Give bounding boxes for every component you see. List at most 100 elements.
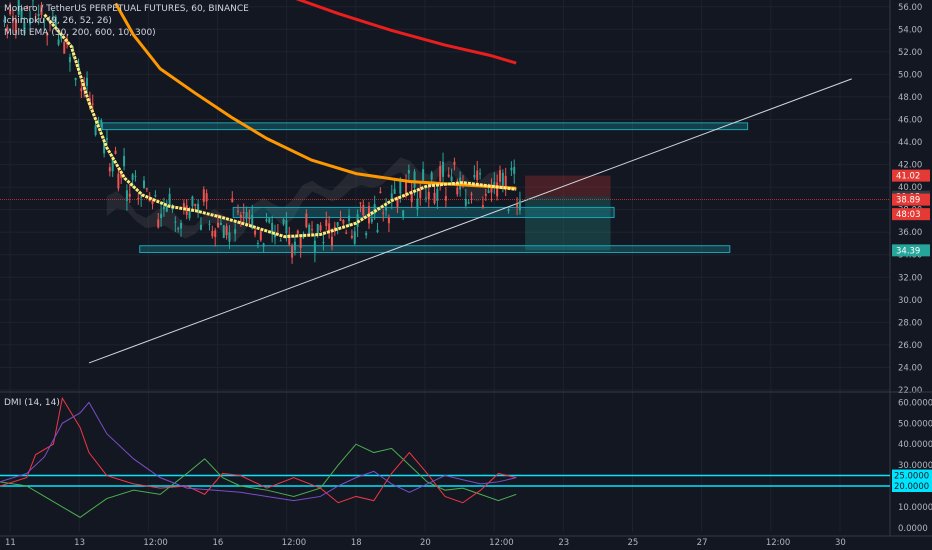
candle-body bbox=[416, 198, 419, 210]
candle-body bbox=[217, 222, 220, 228]
candle-body bbox=[162, 206, 165, 210]
candle-body bbox=[453, 161, 456, 165]
candle-body bbox=[413, 171, 416, 188]
candle-body bbox=[63, 41, 66, 54]
candle-body bbox=[140, 196, 143, 198]
candle-body bbox=[117, 173, 120, 189]
candle-body bbox=[516, 204, 519, 207]
zone-box bbox=[101, 122, 749, 131]
candle-body bbox=[128, 193, 131, 197]
candle-body bbox=[268, 218, 271, 223]
main-legend: Monero / TetherUS PERPETUAL FUTURES, 60,… bbox=[4, 3, 249, 39]
candle-body bbox=[256, 242, 259, 244]
position-target-zone bbox=[525, 196, 611, 251]
candle-body bbox=[134, 175, 137, 177]
candle-body bbox=[154, 195, 157, 197]
dmi-label[interactable]: DMI (14, 14) bbox=[4, 397, 60, 409]
candle-body bbox=[296, 230, 299, 234]
candle-body bbox=[339, 218, 342, 221]
y-tick-label: 36.00 bbox=[898, 228, 922, 238]
candle-body bbox=[387, 217, 390, 224]
position-stop-zone bbox=[525, 175, 611, 197]
candle-body bbox=[362, 204, 365, 216]
candle-body bbox=[114, 150, 117, 155]
candle-body bbox=[228, 232, 231, 242]
candle-body bbox=[501, 172, 504, 186]
candle-body bbox=[473, 175, 476, 178]
candle-body bbox=[479, 173, 482, 175]
candle-body bbox=[379, 191, 382, 193]
candle-body bbox=[325, 219, 328, 227]
candle-body bbox=[80, 88, 83, 92]
candle-body bbox=[470, 193, 473, 195]
candle-body bbox=[319, 225, 322, 231]
candle-body bbox=[282, 219, 285, 224]
candle-body bbox=[444, 196, 447, 201]
candle-body bbox=[382, 212, 385, 214]
candle-body bbox=[419, 189, 422, 199]
y-tick-label: 54.00 bbox=[898, 25, 922, 35]
zone-box bbox=[232, 206, 615, 219]
candle-body bbox=[57, 39, 60, 45]
x-tick-label: 12:00 bbox=[489, 538, 513, 548]
candle-body bbox=[330, 236, 333, 247]
candle-body bbox=[484, 193, 487, 196]
candle-body bbox=[513, 166, 516, 174]
dmi-y-tick-label: 60.0000 bbox=[898, 398, 932, 408]
ichimoku-label[interactable]: Ichimoku (9, 26, 52, 26) bbox=[4, 15, 249, 27]
candle-body bbox=[436, 188, 439, 201]
candle-body bbox=[313, 240, 316, 253]
candle-body bbox=[476, 170, 479, 180]
candle-body bbox=[456, 187, 459, 195]
candle-body bbox=[299, 237, 302, 249]
candle-body bbox=[442, 161, 445, 177]
candle-body bbox=[145, 188, 148, 190]
x-tick-label: 12:00 bbox=[143, 538, 168, 548]
candle-body bbox=[191, 196, 194, 207]
y-tick-label: 56.00 bbox=[898, 3, 922, 13]
y-tick-label: 48.00 bbox=[898, 93, 922, 103]
candle-body bbox=[188, 211, 191, 219]
candle-body bbox=[182, 203, 185, 208]
dmi-legend: DMI (14, 14) bbox=[4, 397, 60, 409]
y-tick-label: 26.00 bbox=[898, 341, 922, 351]
candle-body bbox=[254, 230, 257, 235]
price-badge-label: 34.39 bbox=[896, 246, 920, 256]
price-badge-label: 38.89 bbox=[896, 196, 920, 206]
x-tick-label: 30 bbox=[835, 538, 846, 548]
candle-body bbox=[507, 209, 510, 212]
candle-body bbox=[385, 206, 388, 211]
candle-body bbox=[305, 213, 308, 228]
chart-canvas[interactable]: 56.00 54.00 52.00 50.00 48.00 46.00 44.00 42.00… bbox=[0, 0, 932, 550]
candle-body bbox=[168, 193, 171, 206]
candle-body bbox=[91, 103, 94, 105]
candle-body bbox=[222, 225, 225, 238]
candle-body bbox=[108, 167, 111, 172]
candle-body bbox=[231, 198, 234, 203]
x-tick-label: 25 bbox=[628, 538, 639, 548]
candle-body bbox=[348, 215, 351, 222]
candle-body bbox=[236, 211, 239, 213]
y-tick-label: 28.00 bbox=[898, 318, 922, 328]
candle-body bbox=[402, 210, 405, 217]
dmi-y-tick-label: 50.0000 bbox=[898, 419, 932, 429]
candle-body bbox=[194, 203, 197, 206]
candle-body bbox=[180, 222, 183, 229]
x-tick-label: 20 bbox=[420, 538, 431, 548]
candle-body bbox=[370, 218, 373, 223]
dmi-y-tick-label: 40.0000 bbox=[898, 440, 932, 450]
candle-body bbox=[259, 231, 262, 241]
candle-body bbox=[131, 174, 134, 180]
candle-body bbox=[316, 224, 319, 235]
price-badge-label: 48:03 bbox=[896, 210, 921, 220]
candle-body bbox=[439, 165, 442, 182]
candle-body bbox=[499, 170, 502, 182]
candle-body bbox=[199, 224, 202, 230]
symbol-title[interactable]: Monero / TetherUS PERPETUAL FUTURES, 60,… bbox=[4, 3, 249, 15]
candle-body bbox=[424, 197, 427, 199]
candle-body bbox=[353, 231, 356, 244]
ema-label[interactable]: Multi EMA (50, 200, 600, 10, 300) bbox=[4, 27, 249, 39]
candle-body bbox=[125, 190, 128, 201]
candle-body bbox=[487, 190, 490, 194]
candle-body bbox=[245, 212, 248, 219]
